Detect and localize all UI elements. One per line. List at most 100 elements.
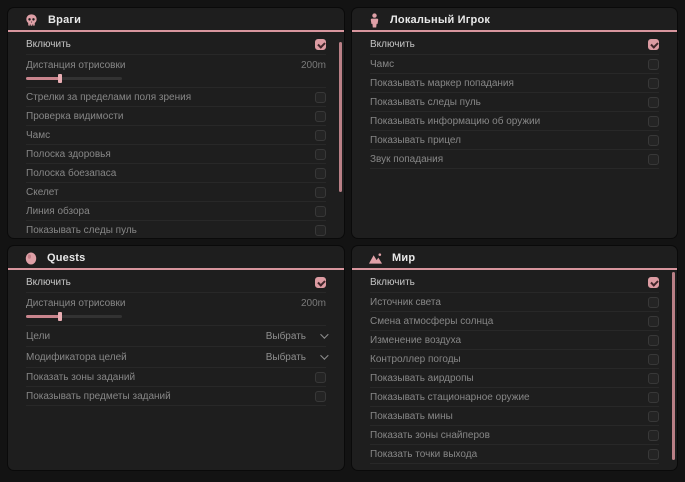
target-modifiers-dropdown[interactable]: Выбрать xyxy=(266,352,326,363)
slider-fill xyxy=(26,315,60,318)
slider-value: 200m xyxy=(301,60,326,71)
panel-quests-body: Включить Дистанция отрисовки 200m Цели В… xyxy=(8,270,344,406)
local-player-item-row[interactable]: Звук попадания xyxy=(370,150,659,169)
world-item-row[interactable]: Изменение воздуха xyxy=(370,331,659,350)
local-player-enable-checkbox[interactable] xyxy=(648,39,659,50)
checkbox[interactable] xyxy=(315,225,326,236)
checkbox[interactable] xyxy=(315,130,326,141)
item-label: Показывать стационарное оружие xyxy=(370,392,530,403)
enemies-item-row[interactable]: Чамс xyxy=(26,126,326,145)
checkbox[interactable] xyxy=(648,135,659,146)
slider-label: Дистанция отрисовки xyxy=(26,298,125,309)
checkbox[interactable] xyxy=(648,373,659,384)
checkbox[interactable] xyxy=(648,354,659,365)
checkbox[interactable] xyxy=(648,430,659,441)
checkbox[interactable] xyxy=(648,392,659,403)
world-enable-row[interactable]: Включить xyxy=(370,272,659,293)
world-item-row[interactable]: Контроллер погоды xyxy=(370,350,659,369)
checkbox[interactable] xyxy=(315,391,326,402)
targets-dropdown[interactable]: Выбрать xyxy=(266,331,326,342)
slider-value: 200m xyxy=(301,298,326,309)
world-item-row[interactable]: Показать точки выхода xyxy=(370,445,659,464)
checkbox[interactable] xyxy=(315,168,326,179)
panel-enemies-header: Враги xyxy=(8,8,344,32)
checkbox[interactable] xyxy=(648,78,659,89)
local-player-item-row[interactable]: Показывать прицел xyxy=(370,131,659,150)
slider-thumb[interactable] xyxy=(58,312,62,321)
panel-title-enemies: Враги xyxy=(48,14,81,26)
quests-item-row[interactable]: Показать зоны заданий xyxy=(26,368,326,387)
checkbox[interactable] xyxy=(648,449,659,460)
world-scrollbar[interactable] xyxy=(672,272,675,460)
checkbox[interactable] xyxy=(648,154,659,165)
enemies-enable-row[interactable]: Включить xyxy=(26,34,326,55)
checkbox[interactable] xyxy=(648,335,659,346)
checkbox[interactable] xyxy=(315,187,326,198)
panel-title-local-player: Локальный Игрок xyxy=(390,14,490,26)
item-label: Источник света xyxy=(370,297,441,308)
quests-enable-checkbox[interactable] xyxy=(315,277,326,288)
checkbox[interactable] xyxy=(648,97,659,108)
enemies-item-row[interactable]: Линия обзора xyxy=(26,202,326,221)
panel-world-header: Мир xyxy=(352,246,677,270)
local-player-item-row[interactable]: Чамс xyxy=(370,55,659,74)
enemies-item-row[interactable]: Полоска здоровья xyxy=(26,145,326,164)
checkbox[interactable] xyxy=(648,411,659,422)
item-label: Показывать следы пуль xyxy=(370,97,481,108)
quests-targets-dropdown-row[interactable]: Цели Выбрать xyxy=(26,326,326,347)
enable-label: Включить xyxy=(26,39,71,50)
panel-local-player: Локальный Игрок Включить Чамс Показывать… xyxy=(352,8,677,238)
item-label: Линия обзора xyxy=(26,206,90,217)
item-label: Показывать маркер попадания xyxy=(370,78,514,89)
checkbox[interactable] xyxy=(315,92,326,103)
checkbox[interactable] xyxy=(648,297,659,308)
local-player-enable-row[interactable]: Включить xyxy=(370,34,659,55)
mountain-icon xyxy=(368,252,383,265)
item-label: Показывать прицел xyxy=(370,135,461,146)
enable-label: Включить xyxy=(26,277,71,288)
checkbox[interactable] xyxy=(648,59,659,70)
panel-quests: Quests Включить Дистанция отрисовки 200m… xyxy=(8,246,344,470)
checkbox[interactable] xyxy=(315,111,326,122)
enemies-render-distance-slider[interactable] xyxy=(26,74,122,83)
world-item-row[interactable]: Показывать мины xyxy=(370,407,659,426)
enemies-item-row[interactable]: Показывать следы пуль xyxy=(26,221,326,238)
world-item-row[interactable]: Показать зоны снайперов xyxy=(370,426,659,445)
skull-icon xyxy=(24,13,39,28)
enemies-item-row[interactable]: Проверка видимости xyxy=(26,107,326,126)
panel-world-body: Включить Источник света Смена атмосферы … xyxy=(352,270,677,464)
enemies-item-row[interactable]: Полоска боезапаса xyxy=(26,164,326,183)
checkbox[interactable] xyxy=(315,149,326,160)
checkbox[interactable] xyxy=(315,206,326,217)
local-player-item-row[interactable]: Показывать следы пуль xyxy=(370,93,659,112)
panel-title-world: Мир xyxy=(392,252,415,264)
checkbox[interactable] xyxy=(648,316,659,327)
world-item-row[interactable]: Показывать аирдропы xyxy=(370,369,659,388)
item-label: Скелет xyxy=(26,187,59,198)
quests-render-distance-slider[interactable] xyxy=(26,312,122,321)
panel-quests-header: Quests xyxy=(8,246,344,270)
world-item-row[interactable]: Показывать стационарное оружие xyxy=(370,388,659,407)
enemies-enable-checkbox[interactable] xyxy=(315,39,326,50)
world-item-row[interactable]: Смена атмосферы солнца xyxy=(370,312,659,331)
enemies-item-row[interactable]: Скелет xyxy=(26,183,326,202)
slider-track xyxy=(26,77,122,80)
checkbox[interactable] xyxy=(315,372,326,383)
world-item-row[interactable]: Источник света xyxy=(370,293,659,312)
checkbox[interactable] xyxy=(648,116,659,127)
quests-target-modifiers-dropdown-row[interactable]: Модификатора целей Выбрать xyxy=(26,347,326,368)
item-label: Показывать аирдропы xyxy=(370,373,474,384)
settings-grid: Враги Включить Дистанция отрисовки 200m … xyxy=(0,0,685,478)
quests-enable-row[interactable]: Включить xyxy=(26,272,326,293)
panel-enemies-body: Включить Дистанция отрисовки 200m Стрелк… xyxy=(8,32,344,238)
world-enable-checkbox[interactable] xyxy=(648,277,659,288)
dropdown-label: Модификатора целей xyxy=(26,352,127,363)
quests-item-row[interactable]: Показывать предметы заданий xyxy=(26,387,326,406)
local-player-item-row[interactable]: Показывать маркер попадания xyxy=(370,74,659,93)
slider-thumb[interactable] xyxy=(58,74,62,83)
item-label: Полоска здоровья xyxy=(26,149,111,160)
local-player-item-row[interactable]: Показывать информацию об оружии xyxy=(370,112,659,131)
enemies-item-row[interactable]: Стрелки за пределами поля зрения xyxy=(26,88,326,107)
quest-icon xyxy=(24,251,38,266)
enemies-scrollbar[interactable] xyxy=(339,42,342,192)
